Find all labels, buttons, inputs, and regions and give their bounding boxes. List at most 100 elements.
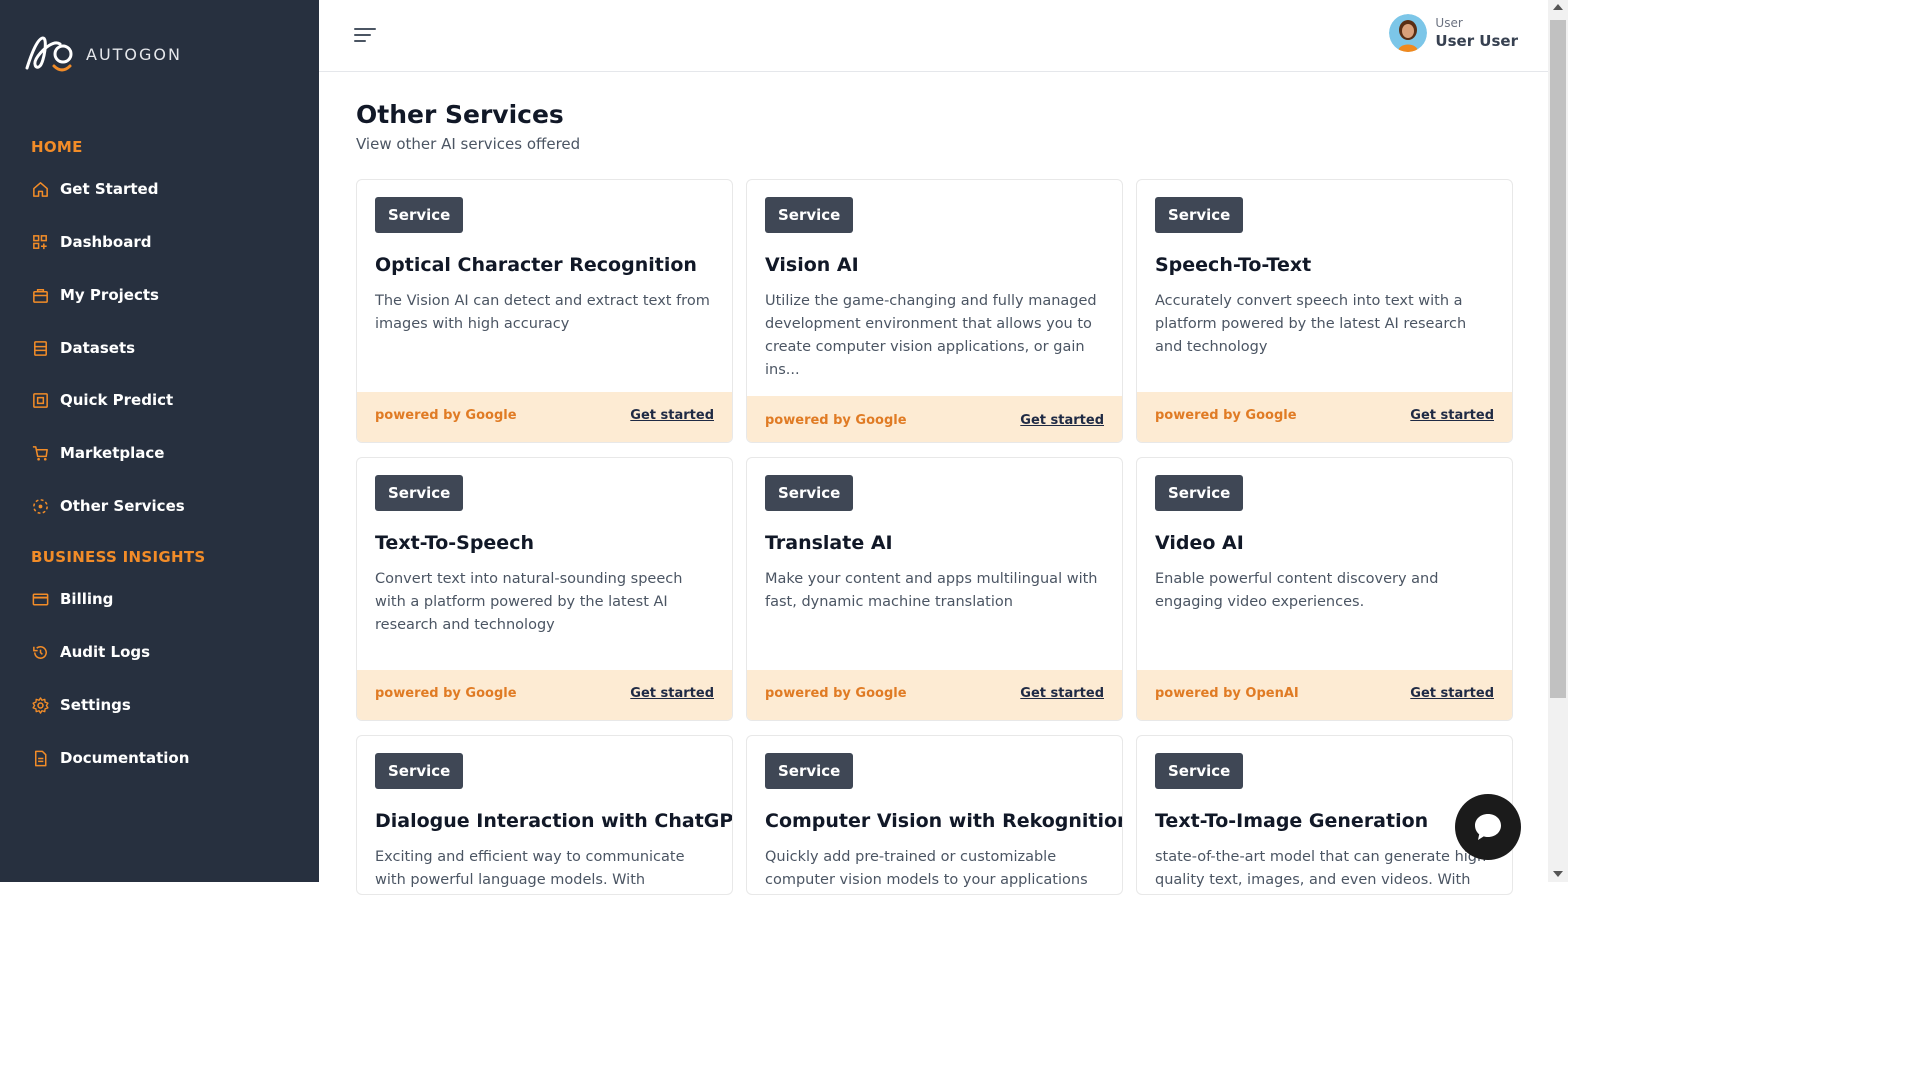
- service-badge: Service: [375, 197, 464, 233]
- service-badge: Service: [375, 475, 464, 511]
- section-title-business-insights: BUSINESS INSIGHTS: [31, 548, 206, 566]
- service-card-vision-ai: Service Vision AI Utilize the game-chang…: [746, 179, 1123, 443]
- service-card-footer: powered by OpenAI Get started: [1137, 670, 1512, 720]
- document-icon: [34, 750, 47, 766]
- service-card-footer: powered by Google Get started: [357, 670, 732, 720]
- hamburger-menu-icon[interactable]: [353, 24, 377, 46]
- sidebar-item-settings[interactable]: Settings: [31, 692, 131, 718]
- get-started-link[interactable]: Get started: [1020, 413, 1104, 428]
- brand[interactable]: AUTOGON: [24, 32, 182, 76]
- page-title: Other Services: [356, 100, 564, 129]
- sidebar-item-quick-predict[interactable]: Quick Predict: [31, 387, 173, 413]
- service-description: Accurately convert speech into text with…: [1155, 293, 1467, 355]
- service-description: state-of-the-art model that can generate…: [1155, 849, 1492, 888]
- dataset-icon: [34, 340, 47, 356]
- billing-card-icon: [32, 593, 49, 605]
- get-started-link[interactable]: Get started: [1410, 408, 1494, 423]
- service-card-ocr: Service Optical Character Recognition Th…: [356, 179, 733, 443]
- powered-by-label: powered by Google: [765, 686, 907, 701]
- service-description: The Vision AI can detect and extract tex…: [375, 293, 710, 332]
- service-title: Dialogue Interaction with ChatGPT: [375, 810, 733, 832]
- sidebar-item-label: Datasets: [60, 339, 136, 357]
- sidebar-item-label: Get Started: [60, 180, 159, 198]
- service-card-text-to-speech: Service Text-To-Speech Convert text into…: [356, 457, 733, 721]
- get-started-link[interactable]: Get started: [1410, 686, 1494, 701]
- sidebar-item-datasets[interactable]: Datasets: [31, 335, 135, 361]
- chat-button[interactable]: [1455, 794, 1521, 860]
- predict-icon: [33, 392, 48, 408]
- service-card-footer: powered by Google Get started: [1137, 392, 1512, 442]
- sidebar-item-label: Audit Logs: [60, 643, 151, 661]
- sidebar-item-other-services[interactable]: Other Services: [31, 493, 185, 519]
- page-scrollbar[interactable]: [1548, 0, 1568, 882]
- sidebar-item-label: My Projects: [60, 286, 159, 304]
- sidebar-item-documentation[interactable]: Documentation: [31, 745, 189, 771]
- sidebar-item-billing[interactable]: Billing: [31, 586, 113, 612]
- service-card-rekognition: Service Computer Vision with Rekognition…: [746, 735, 1123, 895]
- service-card-footer: powered by Google Get started: [747, 396, 1122, 442]
- service-description: Quickly add pre-trained or customizable …: [765, 849, 1088, 888]
- service-title: Optical Character Recognition: [375, 254, 697, 276]
- get-started-link[interactable]: Get started: [630, 686, 714, 701]
- service-description: Enable powerful content discovery and en…: [1155, 571, 1439, 610]
- service-title: Vision AI: [765, 254, 859, 276]
- service-title: Video AI: [1155, 532, 1244, 554]
- sidebar-item-label: Marketplace: [60, 444, 165, 462]
- service-description: Convert text into natural-sounding speec…: [375, 571, 683, 633]
- service-description: Exciting and efficient way to communicat…: [375, 849, 685, 888]
- user-name: User User: [1435, 32, 1518, 50]
- section-title-home: HOME: [31, 138, 83, 156]
- sidebar-item-marketplace[interactable]: Marketplace: [31, 440, 164, 466]
- page-subtitle: View other AI services offered: [356, 135, 581, 153]
- sidebar-item-label: Quick Predict: [60, 391, 174, 409]
- history-icon: [33, 645, 47, 659]
- service-badge: Service: [1155, 753, 1244, 789]
- service-card-chatgpt: Service Dialogue Interaction with ChatGP…: [356, 735, 733, 895]
- service-card-footer: powered by Google Get started: [747, 670, 1122, 720]
- service-description: Utilize the game-changing and fully mana…: [765, 293, 1097, 378]
- user-menu[interactable]: User User User: [1389, 14, 1518, 52]
- sidebar-item-label: Other Services: [60, 497, 185, 515]
- cart-icon: [32, 445, 48, 461]
- service-badge: Service: [1155, 197, 1244, 233]
- service-title: Text-To-Speech: [375, 532, 534, 554]
- sidebar-item-get-started[interactable]: Get Started: [31, 176, 158, 202]
- sidebar-item-label: Documentation: [60, 749, 190, 767]
- scroll-up-arrow-icon[interactable]: [1553, 4, 1563, 10]
- get-started-link[interactable]: Get started: [1020, 686, 1104, 701]
- service-badge: Service: [1155, 475, 1244, 511]
- sidebar-item-audit-logs[interactable]: Audit Logs: [31, 639, 150, 665]
- dashboard-icon: [33, 234, 47, 249]
- service-title: Computer Vision with Rekognition: [765, 810, 1123, 832]
- brand-name: AUTOGON: [86, 44, 182, 64]
- service-card-speech-to-text: Service Speech-To-Text Accurately conver…: [1136, 179, 1513, 443]
- sidebar-item-label: Dashboard: [60, 233, 152, 251]
- scroll-down-arrow-icon[interactable]: [1553, 871, 1563, 877]
- service-card-translate-ai: Service Translate AI Make your content a…: [746, 457, 1123, 721]
- powered-by-label: powered by OpenAI: [1155, 686, 1299, 701]
- sidebar-item-dashboard[interactable]: Dashboard: [31, 229, 151, 255]
- service-badge: Service: [765, 753, 854, 789]
- scroll-thumb[interactable]: [1550, 20, 1566, 698]
- service-badge: Service: [765, 197, 854, 233]
- autogon-logo-icon: [25, 36, 73, 72]
- sidebar-item-label: Settings: [60, 696, 131, 714]
- get-started-link[interactable]: Get started: [630, 408, 714, 423]
- service-badge: Service: [765, 475, 854, 511]
- powered-by-label: powered by Google: [1155, 408, 1297, 423]
- briefcase-icon: [33, 288, 48, 303]
- services-icon: [33, 498, 48, 514]
- service-card-video-ai: Service Video AI Enable powerful content…: [1136, 457, 1513, 721]
- service-description: Make your content and apps multilingual …: [765, 571, 1098, 610]
- sidebar-item-my-projects[interactable]: My Projects: [31, 282, 159, 308]
- service-badge: Service: [375, 753, 464, 789]
- service-card-footer: powered by Google Get started: [357, 392, 732, 442]
- chat-bubble-icon: [1475, 814, 1501, 840]
- powered-by-label: powered by Google: [375, 408, 517, 423]
- powered-by-label: powered by Google: [765, 413, 907, 428]
- service-title: Speech-To-Text: [1155, 254, 1312, 276]
- gear-icon: [32, 696, 49, 714]
- service-title: Translate AI: [765, 532, 893, 554]
- sidebar-item-label: Billing: [60, 590, 114, 608]
- user-role: User: [1435, 16, 1463, 30]
